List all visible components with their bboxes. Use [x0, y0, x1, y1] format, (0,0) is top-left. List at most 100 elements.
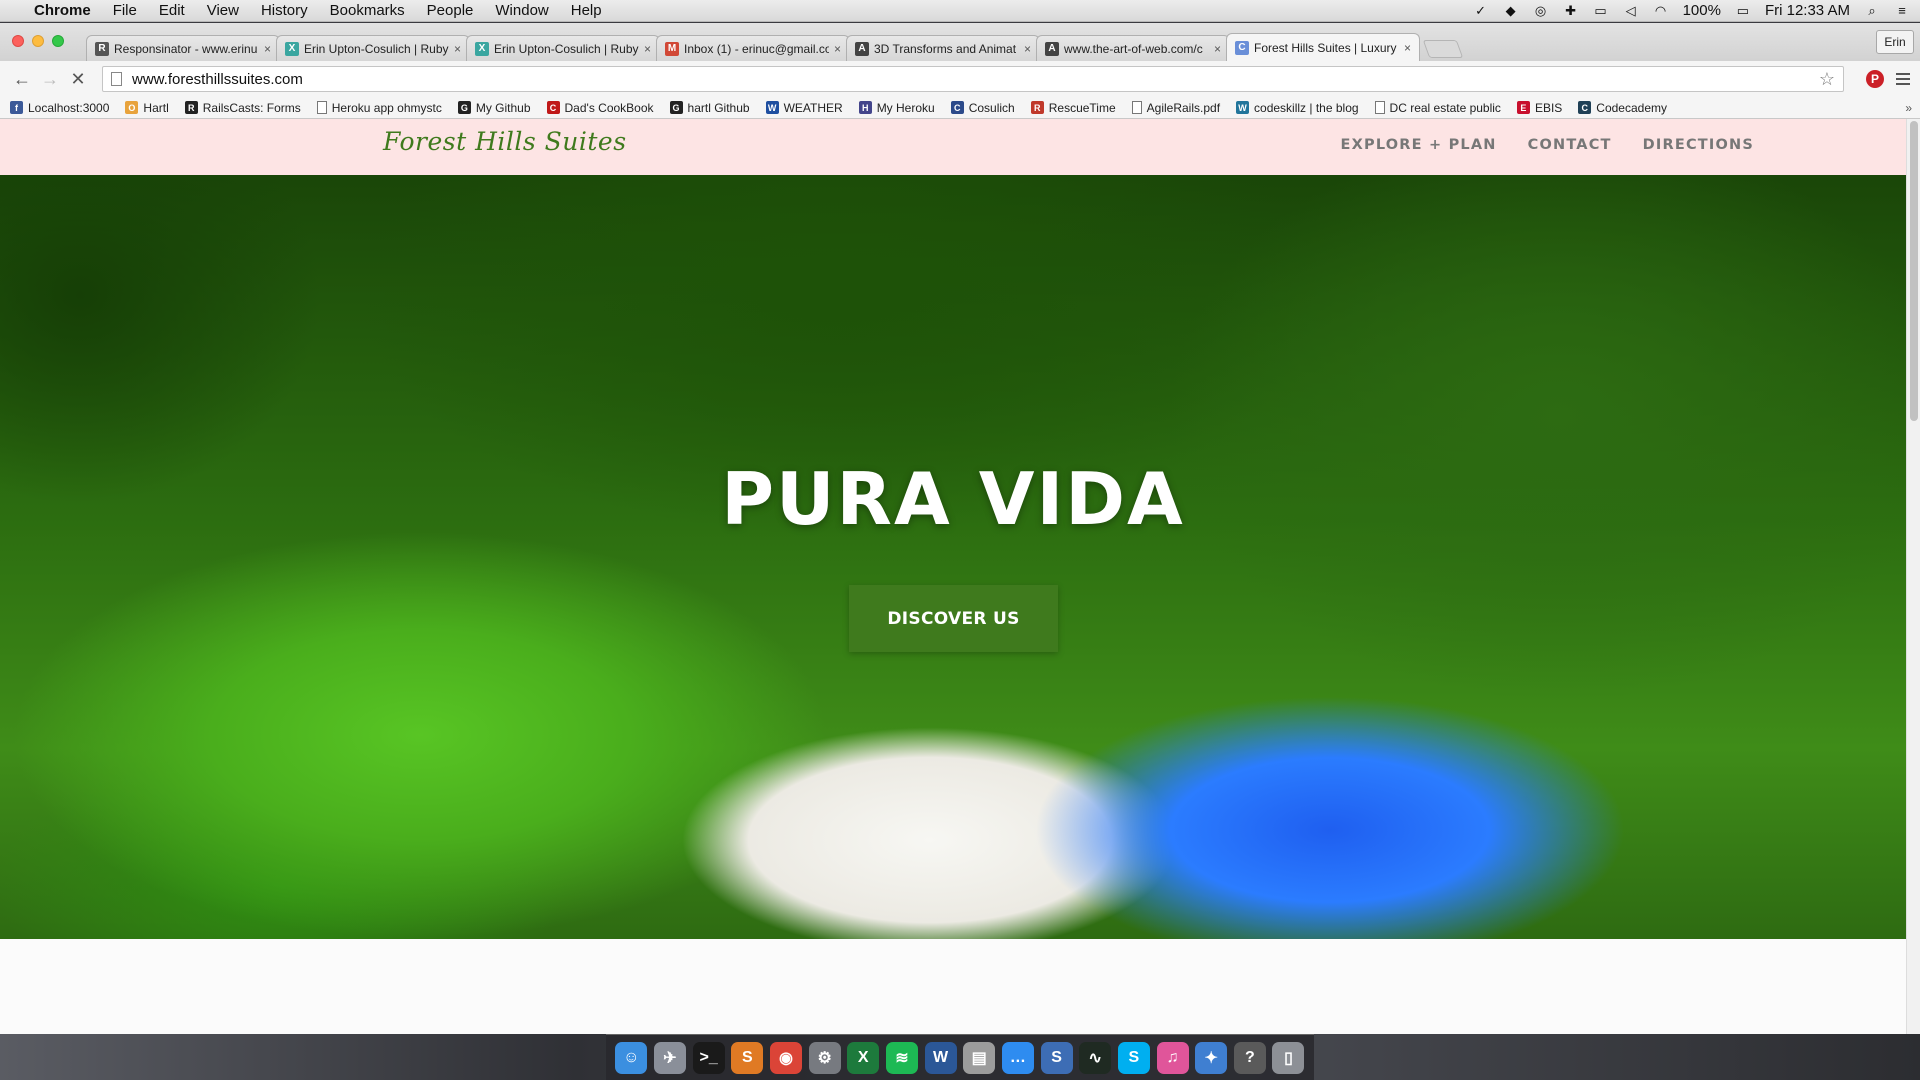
- trash-icon[interactable]: ▯: [1272, 1041, 1305, 1074]
- browser-tab[interactable]: X Erin Upton-Cosulich | Ruby ×: [276, 35, 470, 61]
- skype-icon[interactable]: S: [1117, 1041, 1150, 1074]
- word-icon[interactable]: W: [924, 1041, 957, 1074]
- menu-window[interactable]: Window: [495, 2, 548, 19]
- system-preferences-icon[interactable]: ⚙: [808, 1041, 841, 1074]
- bookmark-item[interactable]: E EBIS: [1516, 101, 1562, 115]
- notes-icon[interactable]: ▤: [963, 1041, 996, 1074]
- page-viewport: Forest Hills Suites EXPLORE + PLAN CONTA…: [0, 119, 1920, 1034]
- bookmark-favicon-icon: R: [184, 101, 198, 114]
- sync-icon[interactable]: ◎: [1533, 3, 1549, 18]
- browser-tab[interactable]: R Responsinator - www.erinu ×: [86, 35, 280, 61]
- help-icon[interactable]: ?: [1233, 1041, 1266, 1074]
- finder-icon[interactable]: ☺: [615, 1041, 648, 1074]
- browser-tab[interactable]: Awww.the-art-of-web.com/c ×: [1036, 35, 1230, 61]
- xcode-icon[interactable]: ✦: [1195, 1041, 1228, 1074]
- bookmark-item[interactable]: O Hartl: [125, 101, 169, 115]
- menu-file[interactable]: File: [113, 2, 137, 19]
- bookmark-item[interactable]: R RescueTime: [1030, 101, 1116, 115]
- bookmark-favicon-icon: f: [10, 101, 23, 114]
- bookmark-label: Cosulich: [968, 100, 1015, 115]
- menu-view[interactable]: View: [207, 2, 239, 19]
- bookmark-item[interactable]: R RailsCasts: Forms: [184, 101, 301, 115]
- close-tab-icon[interactable]: ×: [644, 42, 651, 56]
- menu-bookmarks[interactable]: Bookmarks: [330, 2, 405, 19]
- terminal-icon[interactable]: >_: [692, 1041, 725, 1074]
- close-tab-icon[interactable]: ×: [834, 42, 841, 56]
- bookmark-item[interactable]: Ghartl Github: [669, 101, 750, 115]
- address-bar[interactable]: www.foresthillssuites.com ☆: [102, 66, 1844, 92]
- nav-explore-plan[interactable]: EXPLORE + PLAN: [1341, 137, 1497, 153]
- scrivener-icon[interactable]: S: [1040, 1041, 1073, 1074]
- browser-tab[interactable]: X Erin Upton-Cosulich | Ruby ×: [466, 35, 660, 61]
- notification-center-icon[interactable]: ≡: [1894, 3, 1910, 18]
- airplay-icon[interactable]: ▭: [1593, 3, 1609, 18]
- activity-monitor-icon[interactable]: ∿: [1079, 1041, 1112, 1074]
- discover-us-button[interactable]: DISCOVER US: [849, 585, 1058, 652]
- close-tab-icon[interactable]: ×: [1214, 42, 1221, 56]
- chrome-menu-icon[interactable]: [1896, 73, 1910, 85]
- page-scrollbar[interactable]: [1906, 119, 1920, 1034]
- close-tab-icon[interactable]: ×: [1024, 42, 1031, 56]
- bookmark-item[interactable]: Wcodeskillz | the blog: [1236, 101, 1359, 115]
- minimize-window-button[interactable]: [32, 35, 44, 47]
- plus-icon[interactable]: ✚: [1563, 3, 1579, 18]
- spotlight-search-icon[interactable]: ⌕: [1864, 3, 1880, 18]
- menu-app-name[interactable]: Chrome: [34, 2, 91, 19]
- bookmark-item[interactable]: C Cosulich: [950, 100, 1015, 115]
- status-area: ✓ ◆ ◎ ✚ ▭ ◁ ◠ 100% ▭ Fri 12:33 AM ⌕ ≡: [1473, 2, 1910, 19]
- wifi-icon[interactable]: ◠: [1653, 3, 1669, 18]
- menu-history[interactable]: History: [261, 2, 308, 19]
- bookmark-item[interactable]: AgileRails.pdf: [1131, 101, 1220, 115]
- bookmark-item[interactable]: W WEATHER: [765, 100, 843, 115]
- bookmark-item[interactable]: G My Github: [457, 101, 531, 115]
- nav-contact[interactable]: CONTACT: [1528, 137, 1612, 153]
- menu-edit[interactable]: Edit: [159, 2, 185, 19]
- battery-percent[interactable]: 100%: [1683, 2, 1721, 19]
- back-arrow-icon[interactable]: ←: [10, 69, 34, 90]
- bookmark-item[interactable]: Heroku app ohmystc: [316, 101, 442, 115]
- new-tab-button[interactable]: [1422, 40, 1464, 58]
- bookmark-item[interactable]: C Dad's CookBook: [546, 101, 654, 115]
- close-tab-icon[interactable]: ×: [264, 42, 271, 56]
- bookmark-star-icon[interactable]: ☆: [1819, 69, 1835, 90]
- launchpad-icon[interactable]: ✈: [653, 1041, 686, 1074]
- menu-people[interactable]: People: [427, 2, 474, 19]
- bookmark-item[interactable]: C Codecademy: [1578, 101, 1667, 115]
- browser-tab[interactable]: M Inbox (1) - erinuc@gmail.co ×: [656, 35, 850, 61]
- nav-directions[interactable]: DIRECTIONS: [1643, 137, 1754, 153]
- address-bar-url[interactable]: www.foresthillssuites.com: [132, 71, 303, 88]
- scrollbar-thumb[interactable]: [1910, 121, 1918, 421]
- excel-icon[interactable]: X: [847, 1041, 880, 1074]
- bookmark-item[interactable]: H My Heroku: [858, 101, 935, 115]
- chrome-icon[interactable]: ◉: [769, 1041, 802, 1074]
- window-controls: [12, 35, 64, 47]
- document-icon: [1131, 101, 1142, 114]
- bookmark-item[interactable]: DC real estate public: [1374, 101, 1501, 115]
- battery-icon[interactable]: ▭: [1735, 3, 1751, 18]
- pinterest-extension-icon[interactable]: P: [1866, 70, 1884, 88]
- bookmark-label: WEATHER: [783, 100, 843, 115]
- spotify-icon[interactable]: ≋: [885, 1041, 918, 1074]
- browser-tab[interactable]: A 3D Transforms and Animat ×: [846, 35, 1040, 61]
- bookmarks-overflow-icon[interactable]: »: [1905, 101, 1912, 115]
- menu-help[interactable]: Help: [571, 2, 602, 19]
- stop-loading-icon[interactable]: ✕: [66, 69, 90, 90]
- document-icon: [1374, 101, 1385, 114]
- close-window-button[interactable]: [12, 35, 24, 47]
- checkmark-icon[interactable]: ✓: [1473, 3, 1489, 18]
- close-tab-icon[interactable]: ×: [454, 42, 461, 56]
- forward-arrow-icon[interactable]: →: [38, 69, 62, 90]
- sublime-icon[interactable]: S: [731, 1041, 764, 1074]
- zoom-window-button[interactable]: [52, 35, 64, 47]
- dropbox-icon[interactable]: ◆: [1503, 3, 1519, 18]
- itunes-icon[interactable]: ♫: [1156, 1041, 1189, 1074]
- profile-button[interactable]: Erin: [1876, 30, 1914, 54]
- site-logo[interactable]: Forest Hills Suites: [383, 127, 627, 156]
- browser-tab[interactable]: C Forest Hills Suites | Luxury ×: [1226, 33, 1420, 61]
- messages-icon[interactable]: …: [1001, 1041, 1034, 1074]
- tab-title: Responsinator - www.erinu: [114, 41, 258, 56]
- close-tab-icon[interactable]: ×: [1404, 41, 1411, 55]
- clock[interactable]: Fri 12:33 AM: [1765, 2, 1850, 19]
- bookmark-item[interactable]: f Localhost:3000: [10, 101, 109, 115]
- volume-icon[interactable]: ◁: [1623, 3, 1639, 18]
